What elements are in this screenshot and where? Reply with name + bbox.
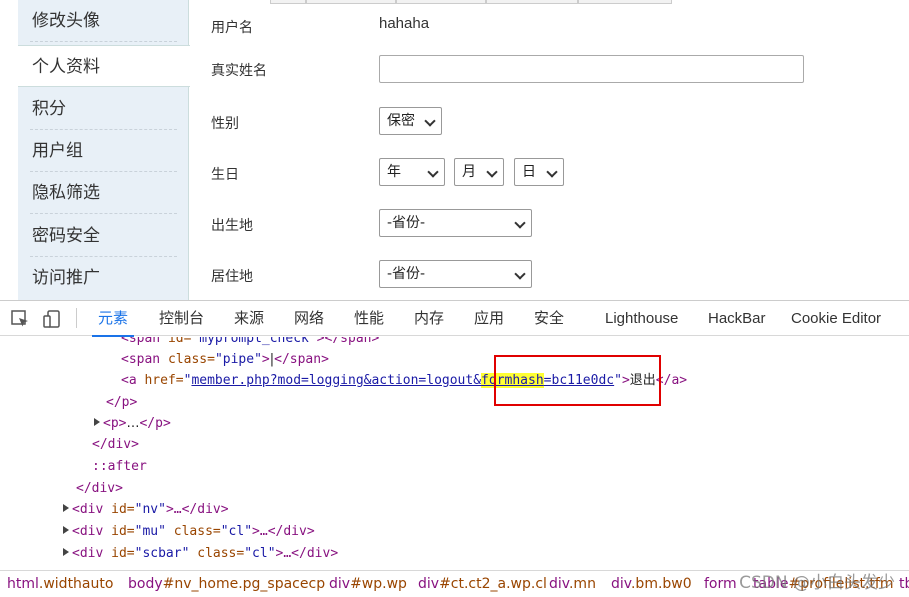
code-line-p-collapsed[interactable]: <p>…</p> <box>94 413 171 434</box>
tab-performance[interactable]: 性能 <box>354 301 384 336</box>
breadcrumb-div-wp[interactable]: div#wp.wp <box>329 576 407 592</box>
tab-network[interactable]: 网络 <box>294 301 324 336</box>
expand-triangle-icon[interactable] <box>63 526 69 534</box>
breadcrumb-form[interactable]: form <box>704 576 737 592</box>
logout-href-link[interactable]: member.php?mod=logging&action=logout& <box>191 373 481 388</box>
tab-security[interactable]: 安全 <box>534 301 564 336</box>
tab-sources[interactable]: 来源 <box>234 301 264 336</box>
profile-page: 修改头像 个人资料 积分 用户组 隐私筛选 密码安全 访问推广 用户名 haha… <box>0 0 909 300</box>
chevron-down-icon <box>424 115 436 127</box>
chevron-down-icon <box>546 166 558 178</box>
residence-label: 居住地 <box>211 269 253 285</box>
birthplace-label: 出生地 <box>211 218 253 234</box>
username-label: 用户名 <box>211 20 253 36</box>
birthplace-select[interactable]: -省份- <box>379 209 532 237</box>
sidebar: 修改头像 个人资料 积分 用户组 隐私筛选 密码安全 访问推广 <box>18 0 190 300</box>
expand-triangle-icon[interactable] <box>63 504 69 512</box>
sidebar-item-password[interactable]: 密码安全 <box>18 215 189 257</box>
chevron-down-icon <box>514 217 526 229</box>
code-line-div-nv[interactable]: <div id="nv">…</div> <box>63 499 229 520</box>
breadcrumb-tbody[interactable]: tb <box>899 576 909 592</box>
sidebar-item-credits[interactable]: 积分 <box>18 88 189 130</box>
inspect-element-icon[interactable] <box>10 309 30 329</box>
elements-tree: <span id="myprompt_check"></span> <span … <box>0 337 909 567</box>
code-line-div-scbar[interactable]: <div id="scbar" class="cl">…</div> <box>63 543 338 564</box>
breadcrumb-div-mn[interactable]: div.mn <box>549 576 596 592</box>
sidebar-item-avatar[interactable]: 修改头像 <box>18 0 189 42</box>
tab-memory[interactable]: 内存 <box>414 301 444 336</box>
code-line-div-close-2[interactable]: </div> <box>76 478 123 499</box>
tab-elements[interactable]: 元素 <box>91 301 135 337</box>
highlight-box <box>494 355 661 406</box>
tab-cookie-editor[interactable]: Cookie Editor <box>791 301 881 336</box>
realname-input[interactable] <box>379 55 804 83</box>
sidebar-item-promotion[interactable]: 访问推广 <box>18 257 189 299</box>
devtools-toolbar: 元素 控制台 来源 网络 性能 内存 应用 安全 Lighthouse Hack… <box>0 301 909 337</box>
code-line-after-pseudo[interactable]: ::after <box>92 456 147 477</box>
tab-lighthouse[interactable]: Lighthouse <box>605 301 678 336</box>
device-toolbar-icon[interactable] <box>42 309 62 329</box>
sidebar-item-profile[interactable]: 个人资料 <box>18 45 190 87</box>
code-line-myprompt[interactable]: <span id="myprompt_check"></span> <box>121 337 379 349</box>
breadcrumb-div-ct[interactable]: div#ct.ct2_a.wp.cl <box>418 576 547 592</box>
breadcrumb-html[interactable]: html.widthauto <box>7 576 113 592</box>
tab-console[interactable]: 控制台 <box>159 301 204 336</box>
sidebar-item-privacy[interactable]: 隐私筛选 <box>18 172 189 214</box>
birth-year-select[interactable]: 年 <box>379 158 445 186</box>
code-line-pipe[interactable]: <span class="pipe">|</span> <box>121 349 329 370</box>
gender-label: 性别 <box>211 116 239 132</box>
residence-select[interactable]: -省份- <box>379 260 532 288</box>
gender-select[interactable]: 保密 <box>379 107 442 135</box>
devtools-panel: 元素 控制台 来源 网络 性能 内存 应用 安全 Lighthouse Hack… <box>0 300 909 597</box>
code-line-div-close[interactable]: </div> <box>92 434 139 455</box>
birthday-label: 生日 <box>211 167 239 183</box>
top-tabs-strip <box>270 0 909 4</box>
tab-hackbar[interactable]: HackBar <box>708 301 766 336</box>
sidebar-item-usergroup[interactable]: 用户组 <box>18 130 189 172</box>
chevron-down-icon <box>514 268 526 280</box>
breadcrumb-body[interactable]: body#nv_home.pg_spacecp <box>128 576 325 592</box>
code-line-p-close[interactable]: </p> <box>106 392 137 413</box>
birth-day-select[interactable]: 日 <box>514 158 564 186</box>
expand-triangle-icon[interactable] <box>63 548 69 556</box>
chevron-down-icon <box>427 166 439 178</box>
breadcrumb-div-bm[interactable]: div.bm.bw0 <box>611 576 692 592</box>
toolbar-divider <box>76 308 77 328</box>
chevron-down-icon <box>486 166 498 178</box>
username-value: hahaha <box>379 15 430 32</box>
code-line-div-mu[interactable]: <div id="mu" class="cl">…</div> <box>63 521 315 542</box>
realname-label: 真实姓名 <box>211 63 267 79</box>
tab-application[interactable]: 应用 <box>474 301 504 336</box>
birth-month-select[interactable]: 月 <box>454 158 504 186</box>
watermark: CSDN @小白头发少 <box>739 573 895 593</box>
expand-triangle-icon[interactable] <box>94 418 100 426</box>
